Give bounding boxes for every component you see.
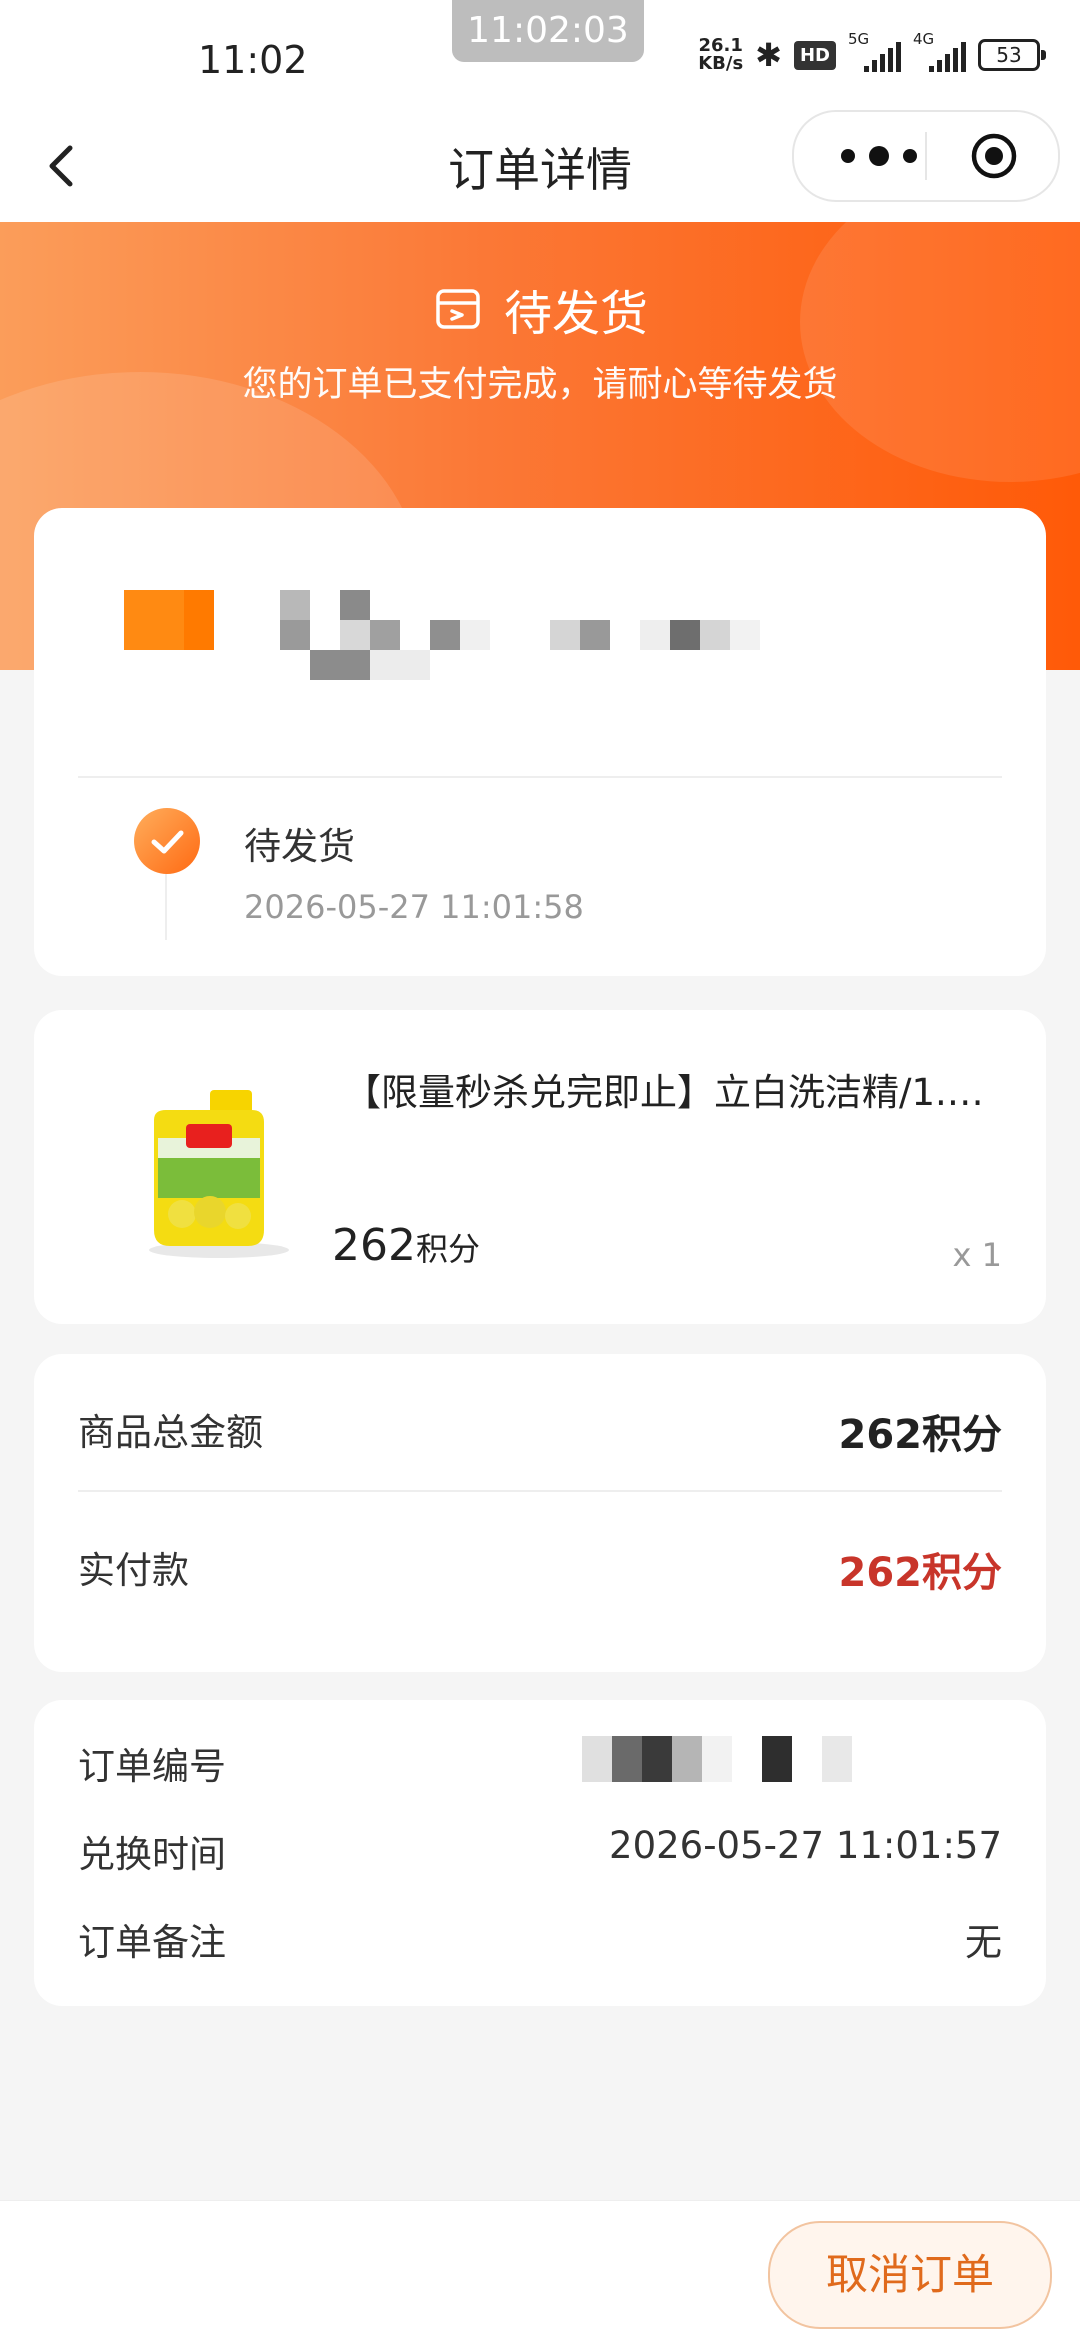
timeline-line — [165, 874, 167, 940]
divider — [78, 1490, 1002, 1492]
exchange-time-value: 2026-05-27 11:01:57 — [609, 1824, 1002, 1867]
timeline-time: 2026-05-27 11:01:58 — [244, 888, 584, 926]
signal-icon: 5G — [848, 30, 901, 72]
order-number-label: 订单编号 — [78, 1745, 226, 1788]
total-amount-label: 商品总金额 — [78, 1411, 263, 1454]
more-dots-icon[interactable] — [834, 142, 924, 170]
target-icon[interactable] — [970, 132, 1018, 180]
order-status: 待发货 — [0, 274, 1080, 344]
product-name: 【限量秒杀兑完即止】立白洗洁精/1.… — [344, 1071, 984, 1114]
bottom-action-bar: 取消订单 — [0, 2200, 1080, 2341]
order-info-card: 订单编号 兑换时间 2026-05-27 11:01:57 订单备注 无 — [34, 1700, 1046, 2006]
signal-icon-2: 4G — [913, 30, 966, 72]
product-image — [149, 1090, 289, 1258]
order-box-icon — [436, 289, 480, 329]
exchange-time-label: 兑换时间 — [78, 1833, 226, 1876]
bluetooth-icon: ✱ — [755, 36, 782, 74]
status-subtitle: 您的订单已支付完成，请耐心等待发货 — [242, 365, 838, 405]
timeline-status: 待发货 — [244, 825, 355, 868]
goods-card[interactable]: 【限量秒杀兑完即止】立白洗洁精/1.… 262积分 x 1 — [34, 1010, 1046, 1324]
divider — [78, 776, 1002, 778]
battery-icon: 53 — [978, 39, 1046, 71]
cancel-order-button[interactable]: 取消订单 — [768, 2221, 1052, 2329]
clock-overlay: 11:02:03 — [452, 0, 644, 62]
mini-program-capsule — [792, 110, 1060, 202]
status-time: 11:02 — [198, 38, 308, 82]
hd-icon: HD — [793, 40, 836, 70]
address-card: 待发货 2026-05-27 11:01:58 — [34, 508, 1046, 976]
status-bar: 11:02 11:02:03 26.1 KB/s ✱ HD 5G 4G 53 — [0, 0, 1080, 110]
net-speed: 26.1 KB/s — [698, 35, 744, 74]
status-title: 待发货 — [503, 286, 648, 342]
order-remark-label: 订单备注 — [78, 1921, 226, 1964]
total-amount-value: 262积分 — [838, 1412, 1003, 1458]
order-number-redacted — [582, 1736, 1002, 1782]
amount-card: 商品总金额 262积分 实付款 262积分 — [34, 1354, 1046, 1672]
paid-amount-label: 实付款 — [78, 1549, 189, 1592]
order-remark-value: 无 — [965, 1921, 1002, 1964]
paid-amount-value: 262积分 — [838, 1550, 1003, 1596]
capsule-divider — [925, 132, 927, 180]
nav-bar: 订单详情 — [0, 110, 1080, 222]
check-circle-icon — [134, 808, 200, 874]
status-icons: 26.1 KB/s ✱ HD 5G 4G 53 — [698, 30, 1046, 74]
product-price: 262积分 — [332, 1220, 480, 1271]
address-redacted — [90, 580, 990, 730]
product-quantity: x 1 — [952, 1236, 1002, 1274]
